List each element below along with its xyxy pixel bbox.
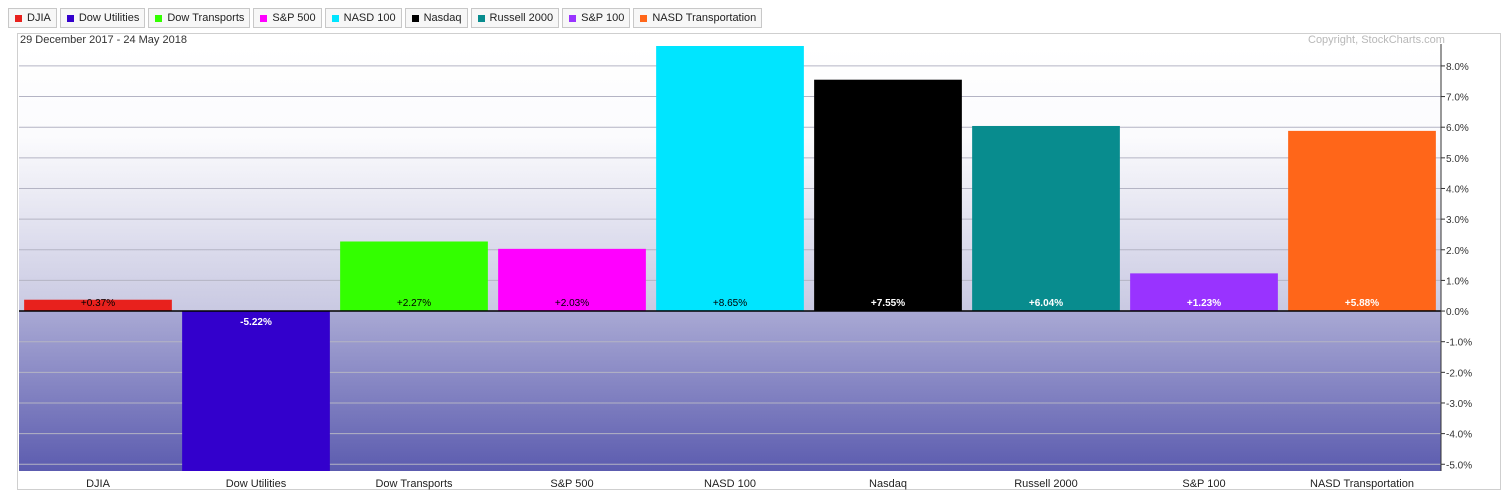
x-axis: DJIA Dow Utilities Dow Transports S&P 500 NA… bbox=[86, 478, 1414, 490]
y-tick-label: -5.0% bbox=[1446, 460, 1472, 471]
bar-nasdaq bbox=[814, 79, 962, 312]
y-tick-label: 1.0% bbox=[1446, 276, 1469, 287]
x-tick-label: Nasdaq bbox=[869, 478, 907, 490]
bar-value-label: +8.65% bbox=[713, 298, 747, 309]
bar-value-label: +7.55% bbox=[871, 298, 905, 309]
x-tick-label: Dow Transports bbox=[375, 478, 453, 490]
y-tick-label: 0.0% bbox=[1446, 307, 1469, 318]
bar-value-label: +0.37% bbox=[81, 298, 115, 309]
y-tick-label: -4.0% bbox=[1446, 430, 1472, 441]
bar-value-label: +5.88% bbox=[1345, 298, 1379, 309]
y-tick-label: 2.0% bbox=[1446, 246, 1469, 257]
y-tick-label: 3.0% bbox=[1446, 215, 1469, 226]
bar-russell-2000 bbox=[972, 125, 1120, 312]
copyright-text: Copyright, StockCharts.com bbox=[1308, 34, 1445, 46]
bar-value-label: +2.27% bbox=[397, 298, 431, 309]
bar-value-label: +2.03% bbox=[555, 298, 589, 309]
bar-value-label: +1.23% bbox=[1187, 298, 1221, 309]
y-tick-label: 6.0% bbox=[1446, 123, 1469, 134]
y-tick-label: -3.0% bbox=[1446, 399, 1472, 410]
y-tick-label: 7.0% bbox=[1446, 93, 1469, 104]
y-axis: 8.0% 7.0% 6.0% 5.0% 4.0% 3.0% 2.0% 1.0% 0.0% -1.0… bbox=[1440, 44, 1472, 471]
bar-nasd-100 bbox=[656, 46, 804, 312]
x-tick-label: NASD Transportation bbox=[1310, 478, 1414, 490]
y-tick-label: 4.0% bbox=[1446, 184, 1469, 195]
y-tick-label: 5.0% bbox=[1446, 154, 1469, 165]
chart-svg: +0.37% -5.22% +2.27% +2.03% +8.65% +7.55% +6.0… bbox=[19, 44, 1472, 490]
x-tick-label: Dow Utilities bbox=[226, 478, 287, 490]
bar-dow-utilities bbox=[182, 311, 330, 471]
y-tick-label: -2.0% bbox=[1446, 368, 1472, 379]
x-tick-label: S&P 500 bbox=[550, 478, 593, 490]
x-tick-label: Russell 2000 bbox=[1014, 478, 1078, 490]
x-tick-label: DJIA bbox=[86, 478, 111, 490]
bar-value-label: +6.04% bbox=[1029, 298, 1063, 309]
y-tick-label: 8.0% bbox=[1446, 62, 1469, 73]
x-tick-label: NASD 100 bbox=[704, 478, 756, 490]
date-range: 29 December 2017 - 24 May 2018 bbox=[20, 34, 187, 46]
y-tick-label: -1.0% bbox=[1446, 338, 1472, 349]
bar-value-label: -5.22% bbox=[240, 317, 272, 328]
bar-nasd-transportation bbox=[1288, 130, 1436, 312]
x-tick-label: S&P 100 bbox=[1182, 478, 1225, 490]
